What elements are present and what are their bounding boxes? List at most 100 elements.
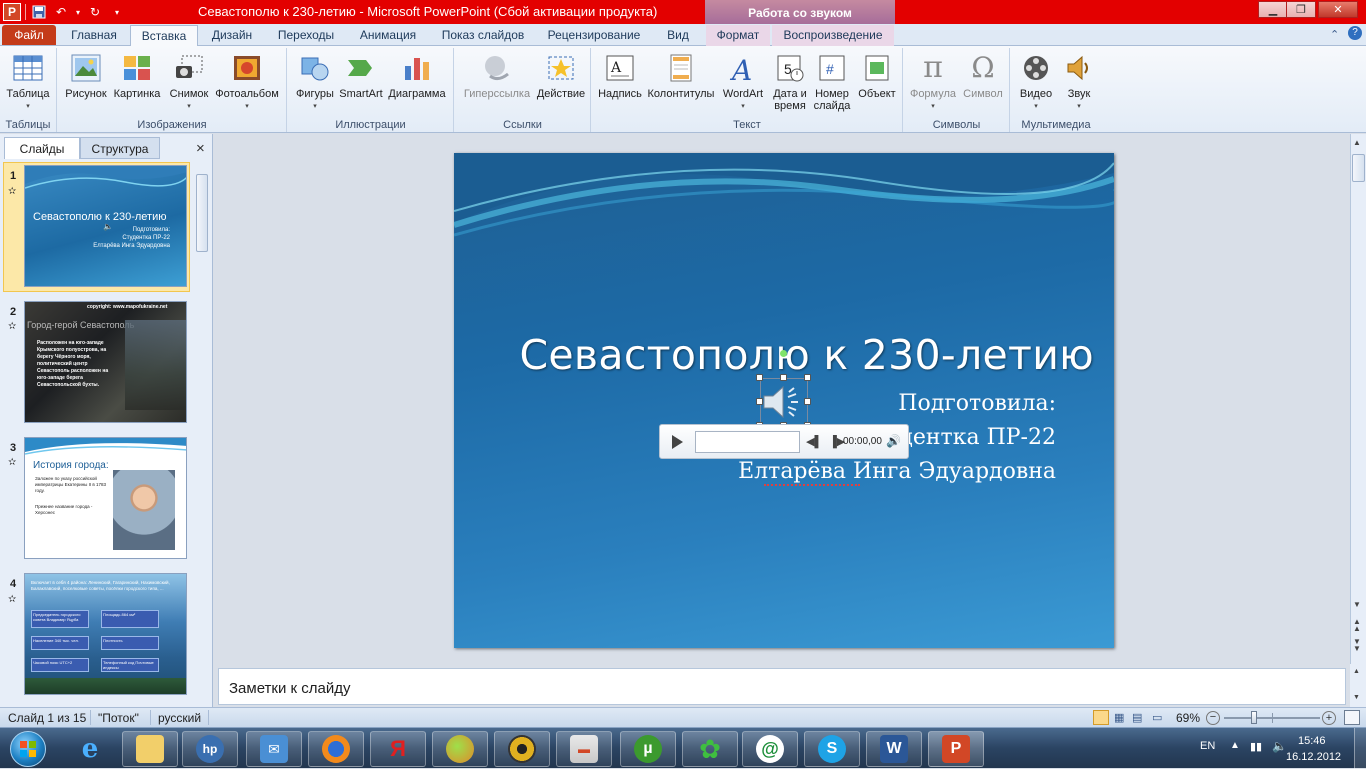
tab-file[interactable]: Файл [2,25,56,45]
table-button[interactable]: Таблица ▾ [4,52,52,113]
show-desktop-button[interactable] [1354,728,1366,769]
slide-subtitle-line[interactable]: Елтарёва Инга Эдуардовна [738,459,1056,484]
photo-album-button[interactable]: Фотоальбом ▾ [212,52,282,113]
taskbar-skype[interactable]: S [804,731,860,767]
slide-sorter-icon[interactable]: ▦ [1114,711,1124,724]
notes-scrollbar[interactable]: ▲ ▼ [1350,664,1366,707]
tab-slide-show[interactable]: Показ слайдов [432,25,534,46]
normal-view-icon[interactable] [1093,710,1109,725]
play-icon[interactable] [668,433,686,451]
clipart-button[interactable]: Картинка [110,52,164,100]
taskbar-utorrent[interactable]: µ [620,731,676,767]
close-panel-icon[interactable]: × [196,140,205,157]
rewind-icon[interactable]: ◀▌ [806,435,822,448]
taskbar-mail-agent[interactable]: @ [742,731,798,767]
taskbar-firefox[interactable] [308,731,364,767]
undo-dropdown-icon[interactable]: ▾ [74,3,82,21]
reading-view-icon[interactable]: ▤ [1132,711,1142,724]
volume-icon[interactable]: 🔊 [886,434,901,448]
resize-handle[interactable] [804,398,811,405]
taskbar-yandex[interactable]: Я [370,731,426,767]
taskbar-hp[interactable]: hp [182,731,238,767]
start-button[interactable] [4,728,52,769]
taskbar-paint[interactable]: ▬ [556,731,612,767]
restore-button[interactable]: ❐ [1286,1,1316,18]
chart-button[interactable]: Диаграмма [384,52,450,100]
taskbar-word[interactable]: W [866,731,922,767]
slides-panel-scrollbar[interactable] [196,162,210,252]
powerpoint-logo-icon[interactable]: P [3,3,21,21]
tab-view[interactable]: Вид [654,25,702,46]
slide-subtitle-line[interactable]: Подготовила: [898,391,1056,416]
tab-format[interactable]: Формат [706,25,770,46]
zoom-level[interactable]: 69% [1176,711,1200,725]
slide-title[interactable]: Севастополю к 230-летию [484,331,1094,379]
taskbar-icq[interactable]: ✿ [682,731,738,767]
volume-tray-icon[interactable]: 🔈 [1272,739,1287,753]
shapes-button[interactable]: Фигуры ▾ [292,52,338,113]
object-button[interactable]: Объект [854,52,900,100]
tab-playback[interactable]: Воспроизведение [772,25,894,46]
taskbar-internet-explorer[interactable]: e [62,731,118,767]
minimize-button[interactable]: ▁ [1258,1,1288,18]
scroll-up-icon[interactable]: ▲ [1353,138,1361,147]
audio-object-selection[interactable] [760,378,808,426]
resize-handle[interactable] [756,398,763,405]
slide-thumbnail-3[interactable]: История города: Заложен по указу российс… [24,437,187,559]
taskbar-media-player[interactable] [494,731,550,767]
save-icon[interactable] [30,3,48,21]
scroll-thumb[interactable] [1352,154,1365,182]
resize-handle[interactable] [756,374,763,381]
tray-expand-icon[interactable]: ▲ [1230,740,1240,751]
clock-time[interactable]: 15:46 [1298,735,1326,747]
tab-outline[interactable]: Структура [80,137,160,159]
tab-home[interactable]: Главная [60,25,128,46]
wordart-button[interactable]: A WordArt ▾ [718,52,768,113]
tab-animations[interactable]: Анимация [348,25,428,46]
fit-to-window-icon[interactable] [1344,710,1360,725]
taskbar-mail[interactable]: ✉ [246,731,302,767]
language-indicator[interactable]: русский [158,711,201,725]
undo-icon[interactable]: ↶ [52,3,70,21]
tab-transitions[interactable]: Переходы [268,25,344,46]
slide-thumbnail-4[interactable]: Включает в себя 4 района: Ленинский, Гаг… [24,573,187,695]
date-time-button[interactable]: 5 Дата и время [770,52,810,112]
previous-slide-icon[interactable]: ▲ ▲ [1353,618,1361,633]
zoom-slider-thumb[interactable] [1251,711,1257,724]
help-icon[interactable]: ? [1348,26,1362,40]
action-button[interactable]: Действие [535,52,587,100]
slide-thumbnail-2[interactable]: copyright: www.mapofukraine.net Город-ге… [24,301,187,423]
video-button[interactable]: Видео ▾ [1013,52,1059,113]
taskbar-explorer[interactable] [122,731,178,767]
slide-show-icon[interactable]: ▭ [1152,711,1162,724]
slide-number-button[interactable]: # Номер слайда [810,52,854,112]
notes-input[interactable]: Заметки к слайду [218,668,1346,705]
resize-handle[interactable] [804,374,811,381]
picture-button[interactable]: Рисунок [62,52,110,100]
input-language[interactable]: EN [1200,740,1215,752]
minimize-ribbon-icon[interactable]: ⌃ [1330,28,1339,41]
taskbar-app-ball[interactable] [432,731,488,767]
scroll-down-icon[interactable]: ▼ [1353,600,1361,609]
header-footer-button[interactable]: Колонтитулы [646,52,716,100]
hyperlink-button[interactable]: Гиперссылка [459,52,535,100]
slide-subtitle-line[interactable]: дентка ПР-22 [899,425,1056,450]
zoom-in-icon[interactable]: + [1322,711,1336,725]
tab-insert[interactable]: Вставка [130,25,198,47]
close-window-button[interactable]: ✕ [1318,1,1358,18]
slide-thumbnail-1[interactable]: Севастополю к 230-летию Подготовила: Сту… [24,165,187,287]
tab-slides[interactable]: Слайды [4,137,80,159]
rotation-handle[interactable] [780,350,787,357]
audio-button[interactable]: Звук ▾ [1059,52,1099,113]
customize-qat-icon[interactable]: ▾ [108,3,126,21]
tab-design[interactable]: Дизайн [200,25,264,46]
audio-progress-bar[interactable] [695,431,800,453]
smartart-button[interactable]: SmartArt [338,52,384,100]
screenshot-button[interactable]: Снимок ▾ [166,52,212,113]
redo-icon[interactable]: ↻ [86,3,104,21]
notes-scroll-up-icon[interactable]: ▲ [1353,668,1360,675]
resize-handle[interactable] [780,374,787,381]
theme-name[interactable]: "Поток" [98,711,139,725]
symbol-button[interactable]: Ω Символ [958,52,1008,101]
equation-button[interactable]: π Формула ▾ [908,52,958,113]
